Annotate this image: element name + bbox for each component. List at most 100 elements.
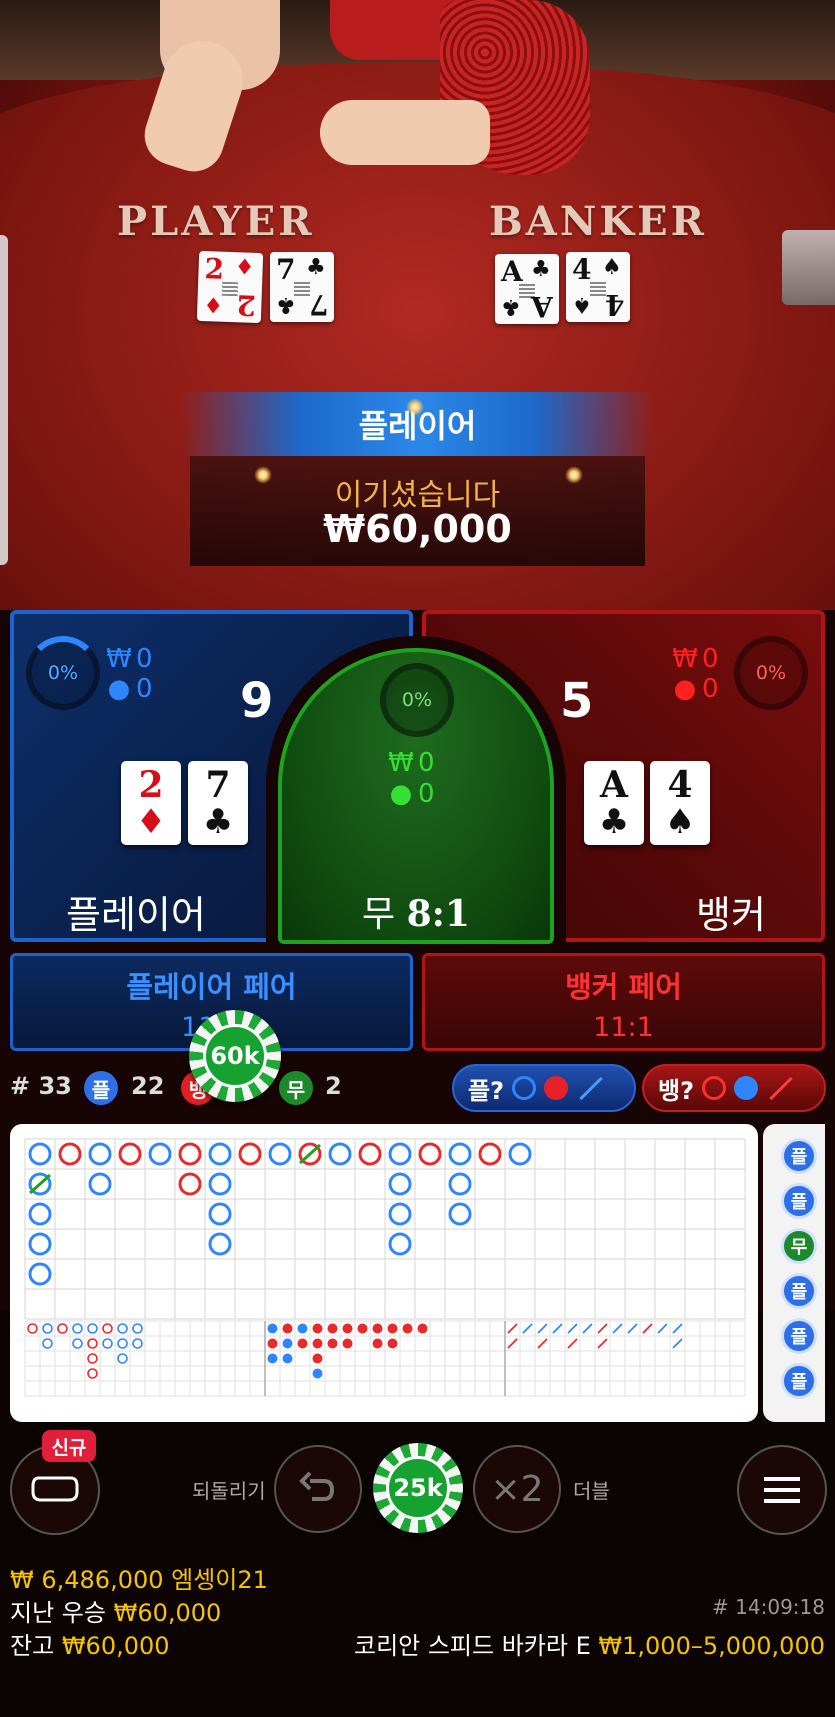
tie-wins-icon: 무 xyxy=(279,1071,313,1105)
player-pair-label: 플레이어 페어 xyxy=(126,970,297,1004)
player-ask-button[interactable]: 플? xyxy=(452,1064,636,1112)
table-name: 코리안 스피드 바카라 E xyxy=(353,1632,591,1660)
card-shoe xyxy=(782,230,835,305)
banker-percent-ring: 0% xyxy=(734,636,808,710)
user-icon: ● xyxy=(389,779,413,809)
big-eye-road-mark xyxy=(132,1338,143,1349)
banker-bet-total: ₩0 xyxy=(672,644,719,674)
banker-card: 4 ♠ xyxy=(650,761,710,845)
small-road-mark xyxy=(342,1338,353,1349)
big-road-player xyxy=(88,1172,112,1196)
player-wins-count: 22 xyxy=(131,1072,165,1100)
cockroach-road-mark xyxy=(507,1338,518,1349)
cockroach-road-mark xyxy=(612,1323,623,1334)
big-road-player xyxy=(208,1172,232,1196)
small-road-mark xyxy=(372,1338,383,1349)
cockroach-road-mark xyxy=(507,1323,518,1334)
balance: 잔고 ₩60,000 xyxy=(10,1632,170,1660)
sparkle xyxy=(406,398,424,416)
big-road-banker xyxy=(238,1142,262,1166)
bead-road-item: 플 xyxy=(781,1363,817,1399)
banker-spot-label: 뱅커 xyxy=(696,893,766,937)
small-road-mark xyxy=(387,1323,398,1334)
chip-selector[interactable]: 25k xyxy=(373,1443,463,1533)
big-road-player xyxy=(28,1142,52,1166)
won-icon: ₩ xyxy=(388,748,414,778)
small-road-mark xyxy=(342,1323,353,1334)
chat-icon xyxy=(31,1476,79,1502)
big-road-player xyxy=(448,1202,472,1226)
banker-score: 5 xyxy=(560,673,594,729)
big-road-player xyxy=(388,1172,412,1196)
baccarat-app: PLAYER BANKER 2 ♦ ♦ 2 7 ♣ ♣ 7 A ♣ ♣ A 4 ♠ ♠ 4 플레… xyxy=(0,0,835,1717)
big-eye-road-mark xyxy=(42,1338,53,1349)
player-wins-icon: 플 xyxy=(84,1071,118,1105)
cockroach-road-mark xyxy=(597,1323,608,1334)
bet-spot-banker-pair[interactable]: 뱅커 페어 11:1 xyxy=(422,953,825,1051)
tie-bet-total: ₩0 xyxy=(388,748,435,778)
bead-road-item: 무 xyxy=(781,1228,817,1264)
undo-button[interactable] xyxy=(274,1445,362,1533)
small-road-mark xyxy=(282,1338,293,1349)
big-road-banker xyxy=(118,1142,142,1166)
big-road-player xyxy=(448,1172,472,1196)
round-number: # 33 xyxy=(10,1072,72,1100)
big-road-player xyxy=(148,1142,172,1166)
player-spot-label: 플레이어 xyxy=(66,893,206,937)
last-win: 지난 우승 ₩60,000 xyxy=(10,1599,222,1627)
player-bet-total: ₩0 xyxy=(106,644,153,674)
banker-bettor-count: ● 0 xyxy=(673,674,719,704)
big-road-banker xyxy=(58,1142,82,1166)
player-card: 7 ♣ xyxy=(188,761,248,845)
big-road-player xyxy=(268,1142,292,1166)
bead-road-item: 플 xyxy=(781,1138,817,1174)
placed-chip[interactable]: 60k xyxy=(189,1010,281,1102)
bead-road-item: 플 xyxy=(781,1183,817,1219)
table-card: 2 ♦ ♦ 2 xyxy=(196,250,264,324)
small-road-mark xyxy=(312,1338,323,1349)
small-road-mark xyxy=(417,1323,428,1334)
table-card: 7 ♣ ♣ 7 xyxy=(270,252,334,322)
small-road-mark xyxy=(402,1323,413,1334)
big-eye-banker-icon xyxy=(702,1076,727,1100)
big-road-player xyxy=(28,1202,52,1226)
undo-icon xyxy=(299,1471,335,1501)
big-road-banker xyxy=(358,1142,382,1166)
small-road-mark xyxy=(327,1323,338,1334)
small-road-mark xyxy=(282,1353,293,1364)
small-road-mark xyxy=(312,1368,323,1379)
roadmap[interactable] xyxy=(10,1124,758,1422)
small-road-mark xyxy=(327,1338,338,1349)
hamburger-icon xyxy=(764,1477,800,1503)
big-eye-road-mark xyxy=(42,1323,53,1334)
user-icon: ● xyxy=(107,674,131,704)
live-video: PLAYER BANKER 2 ♦ ♦ 2 7 ♣ ♣ 7 A ♣ ♣ A 4 ♠ ♠ 4 플레… xyxy=(0,0,835,610)
user-balance-line: ₩ 6,486,000 엠셍이21 xyxy=(10,1566,268,1594)
felt-player-label: PLAYER xyxy=(117,198,315,245)
small-road-mark xyxy=(267,1323,278,1334)
big-eye-road-mark xyxy=(72,1323,83,1334)
banker-ask-button[interactable]: 뱅? xyxy=(642,1064,826,1112)
small-road-banker-icon xyxy=(734,1076,759,1100)
big-road-banker xyxy=(178,1172,202,1196)
small-road-mark xyxy=(297,1323,308,1334)
double-button[interactable]: ×2 xyxy=(473,1445,561,1533)
big-road-banker xyxy=(478,1142,502,1166)
menu-button[interactable] xyxy=(737,1445,827,1535)
small-road-mark xyxy=(357,1323,368,1334)
big-road-player xyxy=(388,1202,412,1226)
big-road-banker xyxy=(178,1142,202,1166)
undo-label: 되돌리기 xyxy=(192,1479,266,1503)
cockroach-road-mark xyxy=(567,1323,578,1334)
player-bettor-count: ● 0 xyxy=(107,674,153,704)
cockroach-road-mark xyxy=(522,1323,533,1334)
big-eye-road-mark xyxy=(117,1323,128,1334)
big-road-player xyxy=(328,1142,352,1166)
small-road-mark xyxy=(267,1353,278,1364)
big-eye-player-icon xyxy=(512,1076,537,1100)
small-road-mark xyxy=(297,1338,308,1349)
bead-road-panel[interactable]: 플플무플플플 xyxy=(763,1124,825,1422)
cockroach-road-mark xyxy=(672,1323,683,1334)
user-icon: ● xyxy=(673,674,697,704)
banker-pair-label: 뱅커 페어 xyxy=(565,970,682,1004)
